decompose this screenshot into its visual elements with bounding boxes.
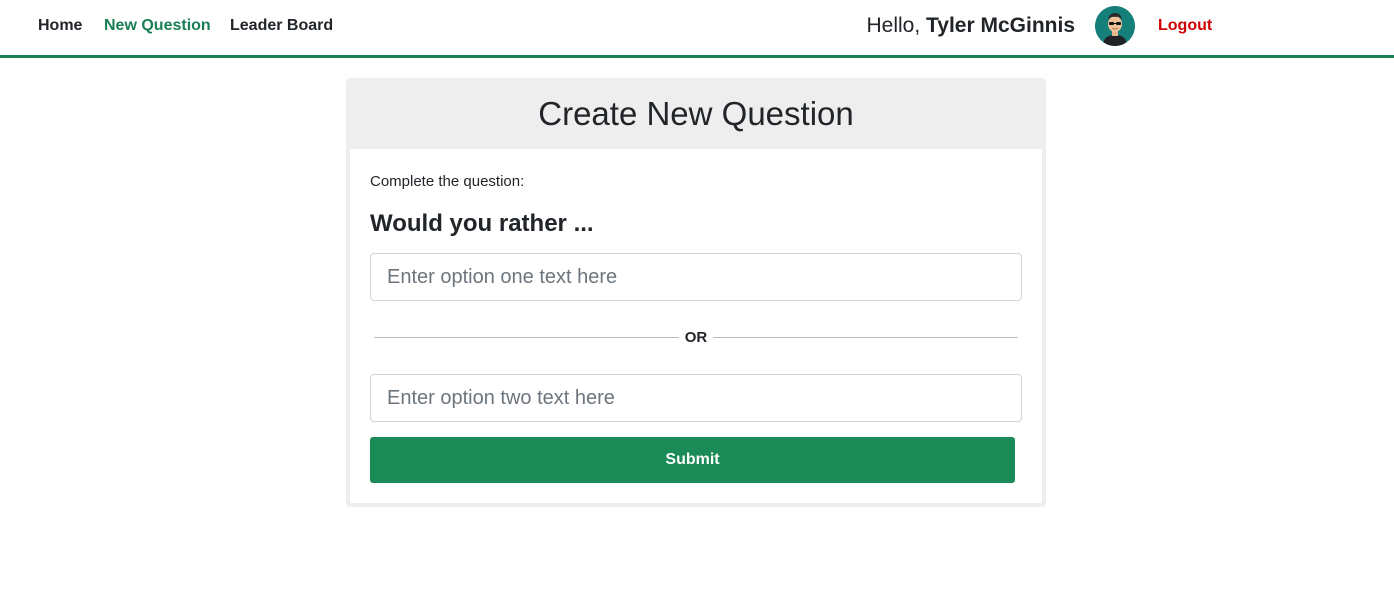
- submit-button[interactable]: Submit: [370, 437, 1015, 483]
- nav-home-link[interactable]: Home: [38, 17, 82, 35]
- new-question-card: Create New Question Complete the questio…: [346, 78, 1046, 507]
- greeting-text: Hello,: [866, 14, 921, 37]
- nav-leader-board-link[interactable]: Leader Board: [230, 17, 333, 35]
- user-avatar-icon: [1095, 6, 1135, 46]
- option-two-input[interactable]: [370, 374, 1022, 422]
- top-nav-bar: Home New Question Leader Board Hello, Ty…: [0, 0, 1394, 58]
- avatar-illustration: [1095, 6, 1135, 46]
- divider-line-right: [713, 337, 1018, 338]
- page-title: Create New Question: [538, 94, 854, 132]
- option-one-input[interactable]: [370, 253, 1022, 301]
- logout-link[interactable]: Logout: [1158, 17, 1212, 35]
- nav-new-question-link[interactable]: New Question: [104, 17, 211, 35]
- complete-question-label: Complete the question:: [370, 173, 525, 190]
- user-greeting: Hello, Tyler McGinnis: [866, 14, 1075, 38]
- user-name: Tyler McGinnis: [926, 14, 1075, 37]
- card-header: Create New Question: [350, 82, 1042, 149]
- would-you-rather-heading: Would you rather ...: [370, 210, 594, 237]
- or-divider: OR: [374, 329, 1018, 347]
